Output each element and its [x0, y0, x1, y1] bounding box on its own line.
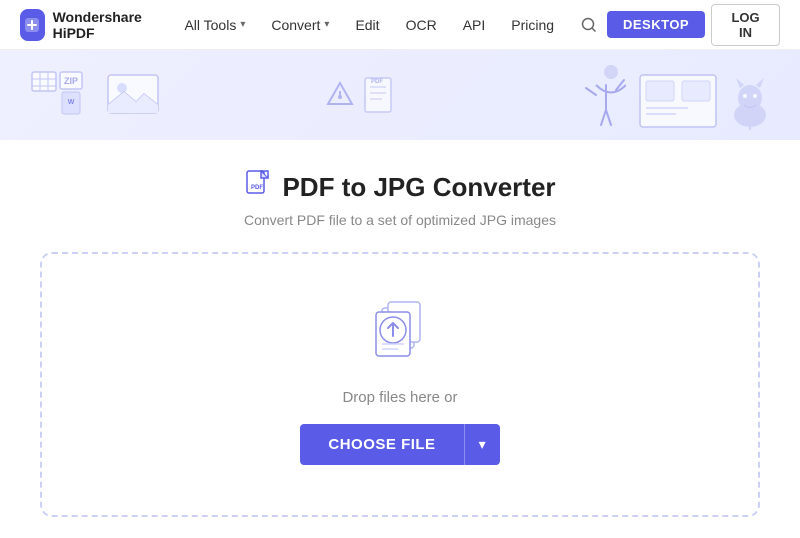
- choose-file-button[interactable]: CHOOSE FILE: [300, 424, 463, 465]
- nav-all-tools[interactable]: All Tools ▾: [174, 0, 255, 50]
- choose-file-wrap: CHOOSE FILE ▾: [300, 424, 499, 465]
- nav-convert[interactable]: Convert ▾: [261, 0, 339, 50]
- banner-left-deco: ZIP W: [30, 70, 161, 120]
- nav-pricing[interactable]: Pricing: [501, 0, 564, 50]
- page-title: PDF PDF to JPG Converter: [244, 170, 555, 204]
- logo-icon: [20, 9, 45, 41]
- navbar: Wondershare HiPDF All Tools ▾ Convert ▾ …: [0, 0, 800, 50]
- svg-text:PDF: PDF: [251, 185, 263, 191]
- banner-right-deco: [576, 60, 770, 130]
- page-subtitle: Convert PDF file to a set of optimized J…: [244, 212, 556, 228]
- chevron-down-icon: ▾: [324, 19, 329, 30]
- choose-file-dropdown[interactable]: ▾: [464, 424, 500, 465]
- main-content: PDF PDF to JPG Converter Convert PDF fil…: [0, 140, 800, 537]
- search-icon[interactable]: [576, 9, 601, 41]
- banner: ZIP W PDF: [0, 50, 800, 140]
- nav-ocr[interactable]: OCR: [396, 0, 447, 50]
- logo[interactable]: Wondershare HiPDF: [20, 9, 156, 41]
- chevron-down-icon: ▾: [240, 19, 245, 30]
- nav-edit[interactable]: Edit: [345, 0, 389, 50]
- brand-name: Wondershare HiPDF: [53, 9, 157, 41]
- dropzone[interactable]: Drop files here or CHOOSE FILE ▾: [40, 252, 760, 517]
- nav-api[interactable]: API: [453, 0, 496, 50]
- upload-icon: [360, 294, 440, 369]
- login-button[interactable]: LOG IN: [711, 4, 780, 46]
- svg-text:ZIP: ZIP: [64, 76, 78, 86]
- drop-text: Drop files here or: [342, 389, 457, 406]
- pdf-icon: PDF: [244, 170, 272, 204]
- svg-text:PDF: PDF: [371, 79, 383, 85]
- desktop-button[interactable]: DESKTOP: [607, 11, 705, 38]
- svg-text:W: W: [68, 99, 75, 106]
- banner-center-deco: PDF: [325, 70, 413, 120]
